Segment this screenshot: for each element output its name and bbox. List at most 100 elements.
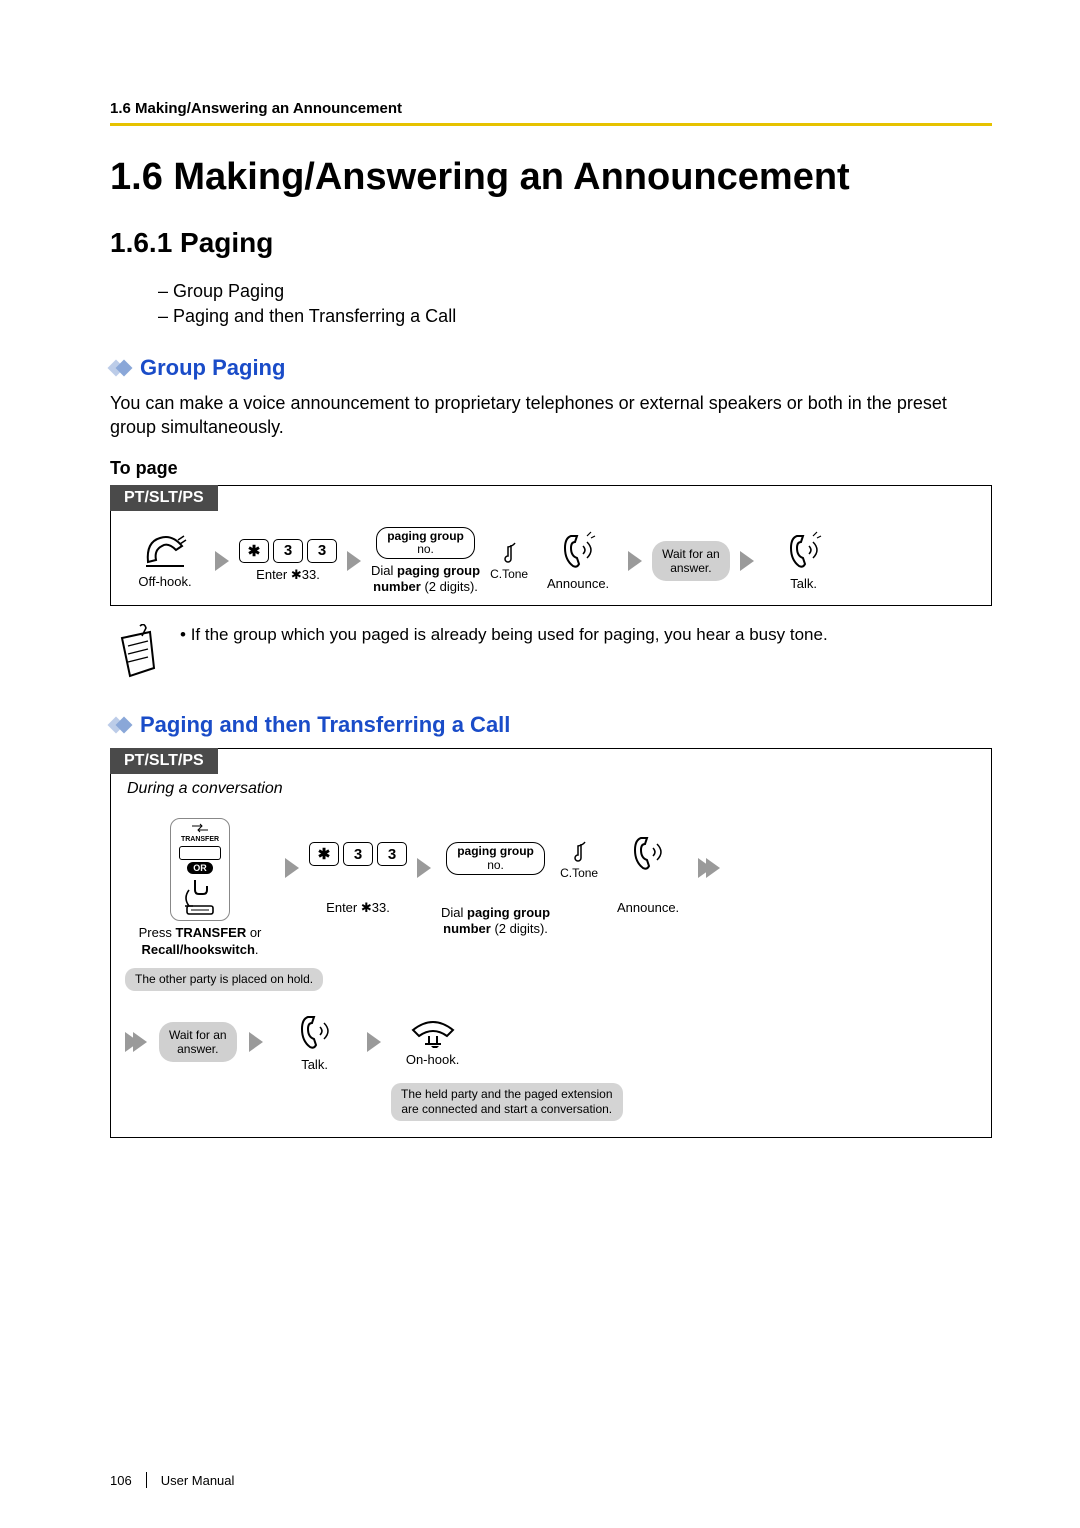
transfer-key-icon — [179, 846, 221, 860]
footer-label: User Manual — [161, 1473, 235, 1488]
handset-talk-icon — [294, 1011, 336, 1053]
talk-label: Talk. — [790, 576, 817, 592]
handset-talk-icon — [557, 530, 599, 572]
final-callout: The held party and the paged extension a… — [391, 1083, 623, 1121]
final-l1: The held party and the paged extension — [401, 1087, 613, 1102]
step-wait: Wait for an answer. — [652, 541, 730, 582]
step-offhook: Off-hook. — [125, 532, 205, 590]
key-3b: 3 — [377, 842, 407, 866]
pill-line1: paging group — [387, 530, 464, 543]
step-announce-2: Announce. — [608, 832, 688, 916]
dial-keys: ✱ 3 3 — [239, 539, 337, 563]
final-callout-row: The held party and the paged extension a… — [111, 1083, 991, 1137]
ctone-label: C.Tone — [490, 567, 528, 581]
transfer-arrows-icon — [190, 823, 210, 833]
wait-l1: Wait for an — [169, 1028, 227, 1042]
or-label: OR — [187, 862, 213, 874]
step-enter-code-2: ✱ 3 3 Enter ✱33. — [309, 842, 407, 916]
step-onhook: On-hook. — [393, 1016, 473, 1068]
group-paging-heading: Group Paging — [110, 355, 992, 381]
paging-group-pill: paging group no. — [376, 527, 475, 559]
ctone-2: C.Tone — [560, 840, 598, 880]
step-announce: Announce. — [538, 530, 618, 592]
announce-label: Announce. — [547, 576, 609, 592]
hookswitch-icon — [181, 876, 219, 916]
pill-line2: no. — [387, 543, 464, 556]
step-wait-2: Wait for an answer. — [159, 1022, 237, 1063]
step-enter-code: ✱ 3 3 Enter ✱33. — [239, 539, 337, 583]
handset-talk-icon — [627, 832, 669, 874]
device-tab: PT/SLT/PS — [110, 748, 218, 774]
wait-bubble: Wait for an answer. — [652, 541, 730, 582]
key-3b: 3 — [307, 539, 337, 563]
wait-l2: answer. — [662, 561, 720, 575]
wait-l1: Wait for an — [662, 547, 720, 561]
paging-group-pill: paging group no. — [446, 842, 545, 874]
step-talk-2: Talk. — [275, 1011, 355, 1073]
wait-bubble: Wait for an answer. — [159, 1022, 237, 1063]
arrow-icon — [249, 1032, 263, 1052]
header-rule — [110, 123, 992, 126]
page-footer: 106 User Manual — [110, 1472, 234, 1488]
pill-line1: paging group — [457, 845, 534, 858]
step-paging-group: paging group no. Dial paging groupnumber… — [371, 527, 480, 596]
group-paging-title: Group Paging — [140, 355, 285, 381]
enter-label-2: Enter ✱33. — [326, 900, 390, 916]
step-paging-group-2: paging group no. Dial paging groupnumber… — [441, 842, 550, 937]
paging-transfer-heading: Paging and then Transferring a Call — [110, 712, 992, 738]
to-page-procedure: PT/SLT/PS Off-hook. ✱ 3 3 Enter ✱33. pag… — [110, 485, 992, 607]
step-talk: Talk. — [764, 530, 844, 592]
to-page-subhead: To page — [110, 458, 992, 479]
dial-keys: ✱ 3 3 — [309, 842, 407, 866]
enter-label: Enter ✱33. — [256, 567, 320, 583]
running-header: 1.6 Making/Answering an Announcement — [110, 100, 992, 117]
double-arrow-icon — [125, 1032, 147, 1052]
transfer-hookswitch-group: TRANSFER OR — [170, 818, 230, 921]
offhook-icon — [142, 532, 188, 570]
during-conversation: During a conversation — [127, 780, 991, 798]
key-star: ✱ — [309, 842, 339, 866]
transfer-procedure: PT/SLT/PS During a conversation TRANSFER… — [110, 748, 992, 1138]
talk-label-2: Talk. — [301, 1057, 328, 1073]
note-row: If the group which you paged is already … — [110, 624, 992, 682]
key-3a: 3 — [343, 842, 373, 866]
double-arrow-icon — [698, 858, 720, 878]
key-star: ✱ — [239, 539, 269, 563]
arrow-icon — [285, 858, 299, 878]
section-title: 1.6.1 Paging — [110, 227, 992, 259]
arrow-icon — [628, 551, 642, 571]
ctone: C.Tone — [490, 541, 528, 581]
footer-divider — [146, 1472, 147, 1488]
note-icon — [499, 541, 519, 565]
dial-label: Dial paging groupnumber (2 digits). — [371, 563, 480, 596]
offhook-label: Off-hook. — [138, 574, 191, 590]
press-transfer-label: Press TRANSFER orRecall/hookswitch. — [139, 925, 262, 958]
page-title: 1.6 Making/Answering an Announcement — [110, 156, 992, 199]
paging-transfer-title: Paging and then Transferring a Call — [140, 712, 510, 738]
note-icon — [569, 840, 589, 864]
diamond-icon — [110, 719, 130, 731]
final-l2: are connected and start a conversation. — [401, 1102, 613, 1117]
transfer-text: TRANSFER — [181, 836, 219, 843]
arrow-icon — [367, 1032, 381, 1052]
group-paging-para: You can make a voice announcement to pro… — [110, 391, 992, 440]
announce-label-2: Announce. — [617, 900, 679, 916]
onhook-label: On-hook. — [406, 1052, 459, 1068]
arrow-icon — [417, 858, 431, 878]
note-text: If the group which you paged is already … — [180, 624, 828, 647]
onhook-icon — [407, 1016, 459, 1048]
step-transfer: TRANSFER OR Press TRANSFER orRecall/hook… — [125, 818, 275, 958]
hold-callout-row: The other party is placed on hold. — [111, 968, 991, 1001]
device-tab: PT/SLT/PS — [110, 485, 218, 511]
toc-bullets: – Group Paging – Paging and then Transfe… — [158, 281, 992, 327]
page-number: 106 — [110, 1473, 132, 1488]
bullet-item: – Group Paging — [158, 281, 992, 302]
pill-line2: no. — [457, 859, 534, 872]
arrow-icon — [347, 551, 361, 571]
ctone-label: C.Tone — [560, 866, 598, 880]
hold-callout: The other party is placed on hold. — [125, 968, 323, 991]
bullet-item: – Paging and then Transferring a Call — [158, 306, 992, 327]
handset-talk-icon — [783, 530, 825, 572]
dial-label-2: Dial paging groupnumber (2 digits). — [441, 905, 550, 938]
arrow-icon — [740, 551, 754, 571]
